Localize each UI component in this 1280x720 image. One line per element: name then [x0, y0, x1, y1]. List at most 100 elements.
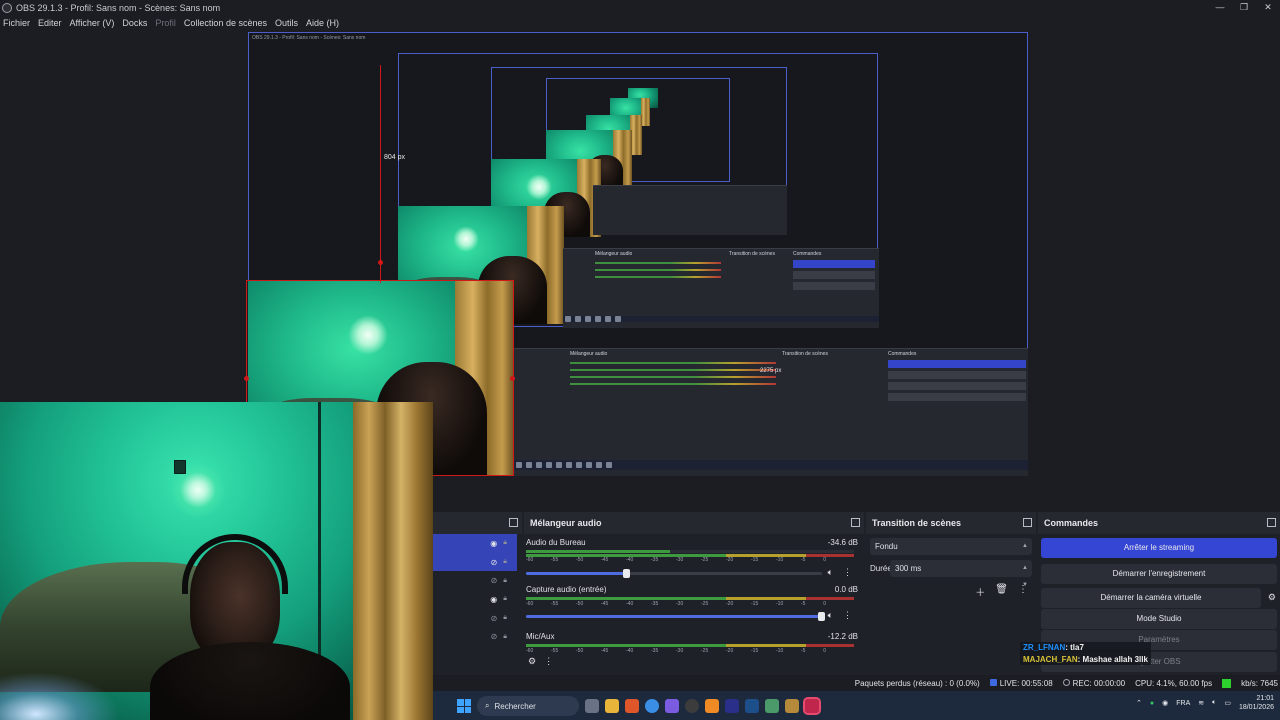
selection-handle-left[interactable] [244, 376, 249, 381]
source-row[interactable]: ⊘ 🔒︎ [433, 571, 517, 590]
source-row[interactable]: ⊘ 🔒︎ [433, 609, 517, 628]
wifi-icon[interactable]: ≋ [1198, 699, 1204, 707]
bitrate-status: kb/s: 7645 [1241, 678, 1278, 688]
window-title: OBS 29.1.3 - Profil: Sans nom - Scènes: … [16, 2, 221, 13]
menu-tools[interactable]: Outils [275, 18, 298, 28]
task-view-icon[interactable] [585, 699, 599, 713]
studio-mode-button[interactable]: Mode Studio [1041, 609, 1277, 629]
taskbar-search[interactable]: ⌕ Rechercher [477, 696, 579, 716]
obs-tray-icon[interactable]: ◉ [1162, 699, 1168, 707]
system-tray: ⌃ ● ◉ FRA ≋ 🔈︎ ▭ 21:01 18/01/2026 [1136, 694, 1274, 712]
source-row[interactable]: ◉ 🔒︎ [433, 590, 517, 609]
source-row[interactable]: ◉ 🔒︎ [433, 534, 517, 553]
volume-slider-knob[interactable] [818, 612, 825, 621]
maximize-button[interactable]: ❐ [1232, 0, 1256, 15]
lock-icon[interactable]: 🔒︎ [503, 577, 507, 585]
close-button[interactable]: ✕ [1256, 0, 1280, 15]
stop-streaming-button[interactable]: Arrêter le streaming [1041, 538, 1277, 558]
more-options-icon[interactable]: ⋮ [843, 610, 852, 621]
transition-menu-icon[interactable]: ⋮ [1018, 584, 1028, 599]
visibility-eye-off-icon[interactable]: ⊘ [491, 632, 498, 641]
selection-handle-right[interactable] [510, 376, 515, 381]
premiere-icon[interactable] [725, 699, 739, 713]
transitions-title: Transition de scènes [872, 518, 962, 528]
add-transition-icon[interactable]: ＋ [975, 584, 985, 599]
more-options-icon[interactable]: ⋮ [843, 567, 852, 578]
visibility-eye-off-icon[interactable]: ⊘ [491, 576, 498, 585]
menu-file[interactable]: Fichier [3, 18, 30, 28]
lock-icon[interactable]: 🔒︎ [503, 614, 507, 622]
volume-slider[interactable] [526, 612, 825, 621]
window-controls: — ❐ ✕ [1208, 0, 1280, 15]
menu-help[interactable]: Aide (H) [306, 18, 339, 28]
lock-icon[interactable]: 🔒︎ [503, 595, 507, 603]
channel-db: -12.2 dB [827, 632, 858, 641]
duration-spinbox[interactable]: 300 ms ▲ ▼ [890, 560, 1032, 588]
visibility-eye-icon[interactable]: ◉ [490, 539, 497, 548]
rec-icon [1062, 678, 1070, 686]
source-row[interactable]: ⊘ 🔒︎ [433, 552, 517, 572]
battery-icon[interactable]: ▭ [1224, 699, 1231, 707]
whatsapp-pinned-icon[interactable] [803, 697, 821, 715]
start-recording-button[interactable]: Démarrer l'enregistrement [1041, 564, 1277, 584]
menu-profile[interactable]: Profil [155, 18, 176, 28]
whatsapp-tray-icon[interactable]: ● [1150, 700, 1154, 707]
windows-start-icon[interactable] [457, 699, 471, 713]
selection-handle[interactable] [378, 260, 383, 265]
lock-icon[interactable]: 🔒︎ [503, 539, 507, 547]
menu-view[interactable]: Afficher (V) [70, 18, 115, 28]
speaker-icon[interactable]: 🔈︎ [828, 567, 833, 578]
volume-slider-knob[interactable] [622, 569, 630, 578]
vlc-icon[interactable] [705, 699, 719, 713]
visibility-eye-off-icon[interactable]: ⊘ [491, 558, 498, 567]
visibility-eye-icon[interactable]: ◉ [490, 595, 497, 604]
volume-icon[interactable]: 🔈︎ [1212, 699, 1216, 707]
menu-scene-collection[interactable]: Collection de scènes [184, 18, 267, 28]
file-explorer-icon[interactable] [605, 699, 619, 713]
start-virtual-camera-button[interactable]: Démarrer la caméra virtuelle [1041, 588, 1261, 608]
brave-icon[interactable] [625, 699, 639, 713]
volume-slider[interactable] [526, 569, 822, 578]
messenger-icon[interactable] [665, 699, 679, 713]
lock-icon[interactable]: 🔒︎ [503, 558, 507, 566]
app-icon-2[interactable] [785, 699, 799, 713]
commands-title: Commandes [1044, 518, 1099, 528]
visibility-eye-off-icon[interactable]: ⊘ [491, 614, 498, 623]
mixer-dock-header: Mélangeur audio [524, 512, 864, 534]
tray-overflow-icon[interactable]: ⌃ [1136, 699, 1142, 707]
nested-dock-3 [593, 185, 787, 235]
transitions-dock-header: Transition de scènes [866, 512, 1036, 534]
chat-username: MAJACH_FAN [1023, 655, 1078, 664]
commands-dock-header: Commandes [1038, 512, 1280, 534]
mixer-menu-icon[interactable]: ⋮ [544, 656, 553, 667]
duration-label: Durée [870, 564, 892, 573]
dock-float-icon[interactable] [509, 518, 518, 527]
source-row[interactable]: ⊘ 🔒︎ [433, 627, 517, 646]
volume-meter [526, 550, 854, 553]
minimize-button[interactable]: — [1208, 0, 1232, 15]
obs-taskbar-icon[interactable] [685, 699, 699, 713]
dock-float-icon[interactable] [851, 518, 860, 527]
speaker-icon[interactable]: 🔈︎ [828, 610, 833, 621]
lang-indicator[interactable]: FRA [1176, 700, 1190, 707]
clock[interactable]: 21:01 18/01/2026 [1239, 694, 1274, 712]
menu-docks[interactable]: Docks [122, 18, 147, 28]
menu-edit[interactable]: Editer [38, 18, 62, 28]
transition-type-select[interactable]: Fondu▲▼ [870, 538, 1032, 566]
mixer-title: Mélangeur audio [530, 518, 602, 528]
curtain [353, 402, 433, 720]
chat-username: ZR_LFNAN [1023, 643, 1066, 652]
channel-db: -34.6 dB [827, 538, 858, 547]
chrome-icon[interactable] [645, 699, 659, 713]
dropped-frames-status: Paquets perdus (réseau) : 0 (0.0%) [854, 678, 980, 688]
dock-float-icon[interactable] [1023, 518, 1032, 527]
webcam-feed [0, 402, 433, 720]
dock-float-icon[interactable] [1267, 518, 1276, 527]
virtual-camera-settings-gear-icon[interactable]: ⚙ [1268, 592, 1276, 603]
photoshop-icon[interactable] [745, 699, 759, 713]
lock-icon[interactable]: 🔒︎ [503, 633, 507, 641]
app-icon[interactable] [765, 699, 779, 713]
channel-name: Capture audio (entrée) [526, 585, 607, 594]
advanced-audio-gear-icon[interactable]: ⚙ [528, 656, 536, 667]
delete-transition-icon[interactable]: 🗑︎ [995, 584, 1008, 599]
